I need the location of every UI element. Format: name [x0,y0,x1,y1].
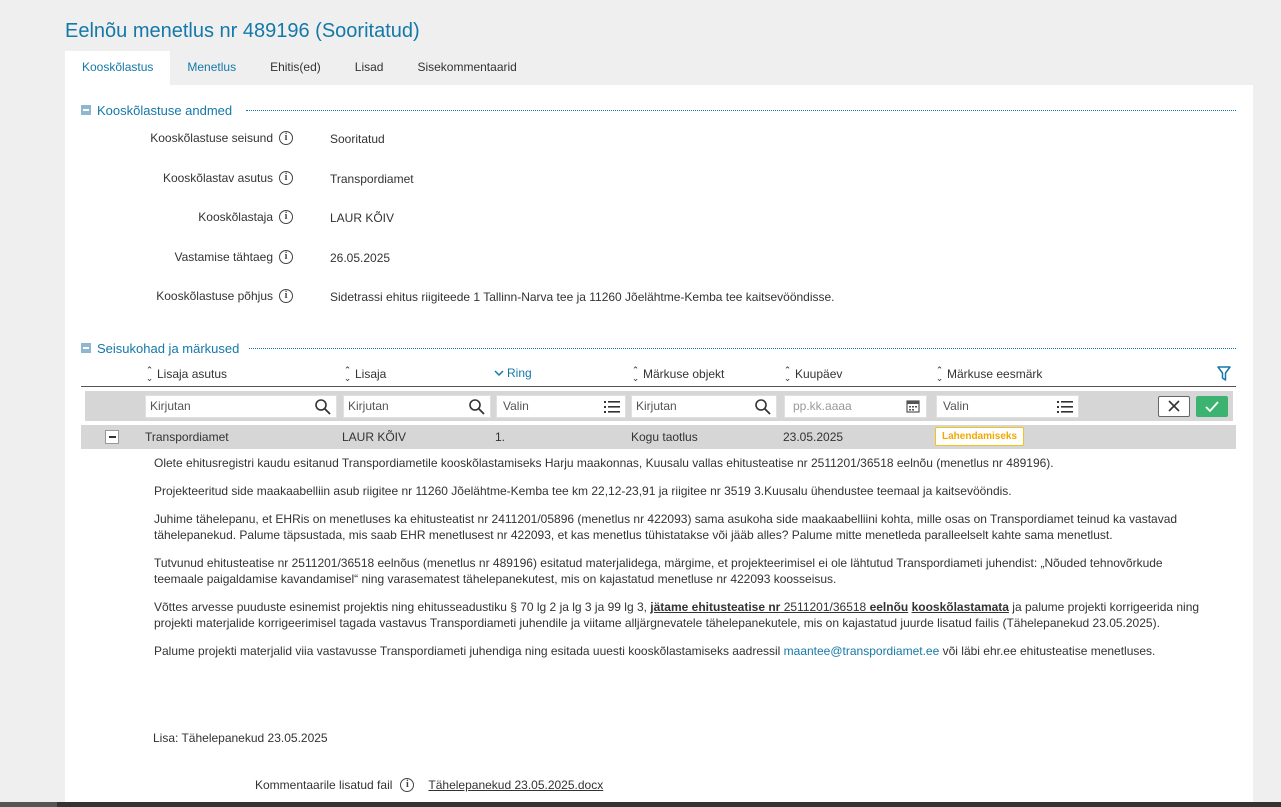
section-kooskolastuse-andmed-header[interactable]: Kooskõlastuse andmed [81,102,232,118]
filter-icon[interactable] [1217,366,1231,382]
sort-desc-icon [494,370,504,377]
clear-filters-button[interactable] [1158,396,1190,417]
field-kooskolastaja: Kooskõlastaja i LAUR KÕIV [65,210,1253,228]
field-label: Kooskõlastaja [198,210,273,224]
sort-icon: ⌃ ⌄ [783,365,792,383]
paragraph: Tutvunud ehitusteatise nr 2511201/36518 … [154,556,1163,586]
collapse-row-button[interactable] [105,430,119,444]
search-icon[interactable] [468,398,486,415]
close-icon [1168,400,1180,412]
list-icon[interactable] [1056,398,1074,415]
filter-row: Kirjutan Kirjutan Valin Kirjutan pp.kk.a… [85,391,1233,421]
section-seisukohad-header[interactable]: Seisukohad ja märkused [81,340,239,356]
info-icon[interactable]: i [279,131,293,145]
table-row[interactable]: Transpordiamet LAUR KÕIV 1. Kogu taotlus… [81,425,1236,449]
attachment-label: Kommentaarile lisatud fail [255,778,393,792]
grid-header: ⌃ ⌄ Lisaja asutus ⌃ ⌄ Lisaja Ring ⌃ ⌄ Märku… [81,363,1236,387]
section-divider [246,110,1236,111]
field-label: Kooskõlastav asutus [162,171,273,185]
filter-kuupaev-input[interactable]: pp.kk.aaaa [784,395,927,418]
field-value: Sidetrassi ehitus riigiteede 1 Tallinn-N… [330,290,835,304]
tab-lisad[interactable]: Lisad [338,51,401,85]
bottom-bar [0,802,1281,807]
lisa-text: Lisa: Tähelepanekud 23.05.2025 [153,731,328,745]
filter-lisaja-input[interactable]: Kirjutan [343,395,491,418]
col-markuse-objekt[interactable]: ⌃ ⌄ Märkuse objekt [631,365,725,383]
paragraph: Palume projekti materjalid viia vastavus… [154,644,1156,658]
col-kuupaev[interactable]: ⌃ ⌄ Kuupäev [783,365,843,383]
info-icon[interactable]: i [400,778,415,792]
tab-menetlus[interactable]: Menetlus [170,51,253,85]
field-label: Vastamise tähtaeg [174,250,273,264]
sort-icon: ⌃ ⌄ [631,365,640,383]
field-value: Sooritatud [330,132,385,146]
section-title: Seisukohad ja märkused [97,340,240,356]
main-panel: Kooskõlastuse andmed Kooskõlastuse seisu… [65,85,1253,807]
comment-body: Olete ehitusregistri kaudu esitanud Tran… [154,455,1214,671]
sort-icon: ⌃ ⌄ [145,365,154,383]
apply-filters-button[interactable] [1196,396,1228,417]
tab-kooskolastus[interactable]: Kooskõlastus [65,51,171,85]
field-label: Kooskõlastuse põhjus [156,289,273,303]
calendar-icon[interactable] [904,398,922,415]
info-icon[interactable]: i [279,289,293,303]
cell-ring: 1. [495,430,506,444]
info-icon[interactable]: i [279,210,293,224]
search-icon[interactable] [314,398,332,415]
field-value: 26.05.2025 [330,251,391,265]
col-ring[interactable]: Ring [494,366,532,380]
sort-icon: ⌃ ⌄ [343,365,352,383]
col-lisaja[interactable]: ⌃ ⌄ Lisaja [343,365,387,383]
tab-ehitised[interactable]: Ehitis(ed) [253,51,338,85]
section-divider [249,348,1236,349]
search-icon[interactable] [754,398,772,415]
field-label: Kooskõlastuse seisund [150,131,273,145]
tab-sisekommentaarid[interactable]: Sisekommentaarid [400,51,533,85]
cell-kuupaev: 23.05.2025 [783,430,844,444]
cell-markuse-objekt: Kogu taotlus [631,430,698,444]
col-lisaja-asutus[interactable]: ⌃ ⌄ Lisaja asutus [145,365,227,383]
paragraph: Võttes arvesse puuduste esinemist projek… [154,600,1200,630]
collapse-icon[interactable] [81,105,91,115]
check-icon [1205,401,1219,413]
filter-markuse-eesmark-select[interactable]: Valin [936,395,1079,418]
paragraph: Projekteeritud side maakaabelliin asub r… [154,484,1012,498]
attachment-link[interactable]: Tähelepanekud 23.05.2025.docx [428,778,603,792]
info-icon[interactable]: i [279,250,293,264]
paragraph: Olete ehitusregistri kaudu esitanud Tran… [154,456,1054,470]
col-markuse-eesmark[interactable]: ⌃ ⌄ Märkuse eesmärk [935,365,1043,383]
sort-icon: ⌃ ⌄ [935,365,944,383]
section-title: Kooskõlastuse andmed [97,102,233,118]
field-value: Transpordiamet [330,172,414,186]
email-link[interactable]: maantee@transpordiamet.ee [784,644,940,658]
field-value: LAUR KÕIV [330,211,395,225]
cell-lisaja-asutus: Transpordiamet [145,430,229,444]
filter-markuse-objekt-input[interactable]: Kirjutan [631,395,777,418]
status-badge: Lahendamiseks [935,427,1025,446]
tab-bar: Kooskõlastus Menetlus Ehitis(ed) Lisad S… [65,51,534,85]
field-asutus: Kooskõlastav asutus i Transpordiamet [65,171,1253,189]
page-title: Eelnõu menetlus nr 489196 (Sooritatud) [65,20,420,42]
collapse-icon[interactable] [81,343,91,353]
field-tahtaeg: Vastamise tähtaeg i 26.05.2025 [65,250,1253,268]
field-seisund: Kooskõlastuse seisund i Sooritatud [65,131,1253,149]
filter-lisaja-asutus-input[interactable]: Kirjutan [145,395,337,418]
info-icon[interactable]: i [279,171,293,185]
list-icon[interactable] [603,398,621,415]
filter-ring-select[interactable]: Valin [496,395,626,418]
attachment-row: Kommentaarile lisatud fail i Tähelepanek… [255,778,603,792]
field-pohjus: Kooskõlastuse põhjus i Sidetrassi ehitus… [65,289,1253,307]
paragraph: Juhime tähelepanu, et EHRis on menetluse… [154,512,1178,542]
cell-lisaja: LAUR KÕIV [342,430,407,444]
